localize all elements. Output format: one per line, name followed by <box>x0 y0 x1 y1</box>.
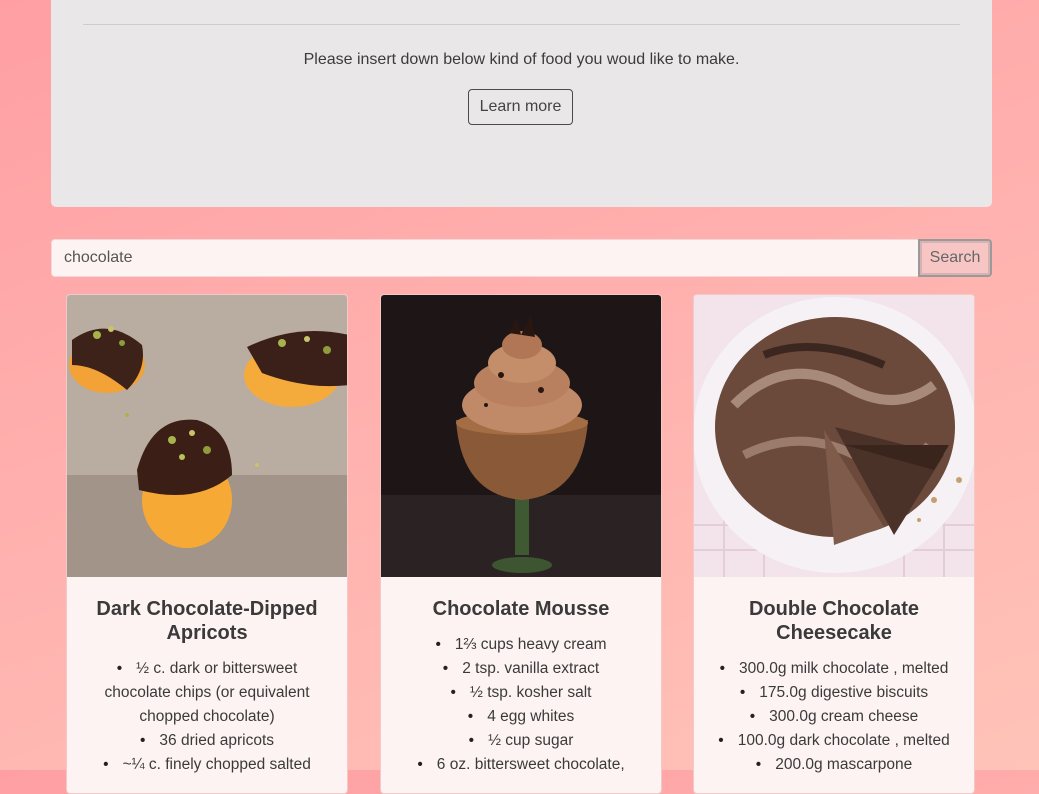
search-input[interactable] <box>51 239 918 277</box>
ingredient-item: 4 egg whites <box>401 705 641 729</box>
search-bar: Search <box>51 239 992 277</box>
ingredient-item: 36 dried apricots <box>87 729 327 753</box>
recipe-title: Double Chocolate Cheesecake <box>748 598 919 644</box>
ingredient-item: ~¼ c. finely chopped salted <box>87 753 327 777</box>
recipe-image-mousse <box>381 295 661 577</box>
ingredient-list: 1⅔ cups heavy cream 2 tsp. vanilla extra… <box>401 633 641 777</box>
ingredient-item: ½ c. dark or bittersweet chocolate chips… <box>87 657 327 729</box>
search-button[interactable]: Search <box>918 239 992 277</box>
ingredient-item: 6 oz. bittersweet chocolate, <box>401 753 641 777</box>
hero-panel: Please insert down below kind of food yo… <box>51 0 992 207</box>
recipe-image-apricots <box>67 295 347 577</box>
ingredient-item: ½ tsp. kosher salt <box>401 681 641 705</box>
recipe-card: Double Chocolate Cheesecake 300.0g milk … <box>693 294 975 794</box>
ingredient-item: 300.0g cream cheese <box>714 705 954 729</box>
ingredient-item: 2 tsp. vanilla extract <box>401 657 641 681</box>
ingredient-item: 1⅔ cups heavy cream <box>401 633 641 657</box>
ingredient-item: ½ cup sugar <box>401 729 641 753</box>
hero-lead-text: Please insert down below kind of food yo… <box>303 51 740 68</box>
recipe-card: Chocolate Mousse 1⅔ cups heavy cream 2 t… <box>380 294 662 794</box>
recipe-card: Dark Chocolate-Dipped Apricots ½ c. dark… <box>66 294 348 794</box>
recipe-title: Dark Chocolate-Dipped Apricots <box>96 598 318 644</box>
ingredient-list: ½ c. dark or bittersweet chocolate chips… <box>87 657 327 777</box>
ingredient-item: 200.0g mascarpone <box>714 753 954 777</box>
ingredient-list: 300.0g milk chocolate , melted 175.0g di… <box>714 657 954 777</box>
recipe-image-cheesecake <box>694 295 974 577</box>
recipe-title: Chocolate Mousse <box>432 598 610 620</box>
ingredient-item: 175.0g digestive biscuits <box>714 681 954 705</box>
learn-more-button[interactable]: Learn more <box>468 89 573 125</box>
hero-divider <box>83 24 960 25</box>
ingredient-item: 100.0g dark chocolate , melted <box>714 729 954 753</box>
ingredient-item: 300.0g milk chocolate , melted <box>714 657 954 681</box>
